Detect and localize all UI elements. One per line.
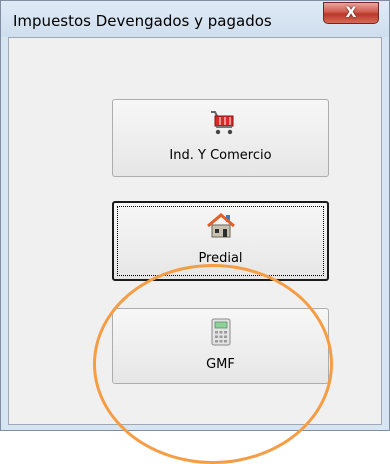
ind-y-comercio-button[interactable]: Ind. Y Comercio bbox=[112, 99, 329, 177]
shopping-cart-icon bbox=[210, 111, 233, 135]
close-button[interactable]: X bbox=[323, 2, 379, 24]
close-icon: X bbox=[345, 5, 357, 21]
highlight-circle bbox=[93, 264, 333, 464]
title-bar[interactable]: Impuestos Devengados y pagados X bbox=[1, 1, 389, 37]
ind-y-comercio-label: Ind. Y Comercio bbox=[169, 148, 272, 163]
window-title: Impuestos Devengados y pagados bbox=[13, 12, 272, 30]
